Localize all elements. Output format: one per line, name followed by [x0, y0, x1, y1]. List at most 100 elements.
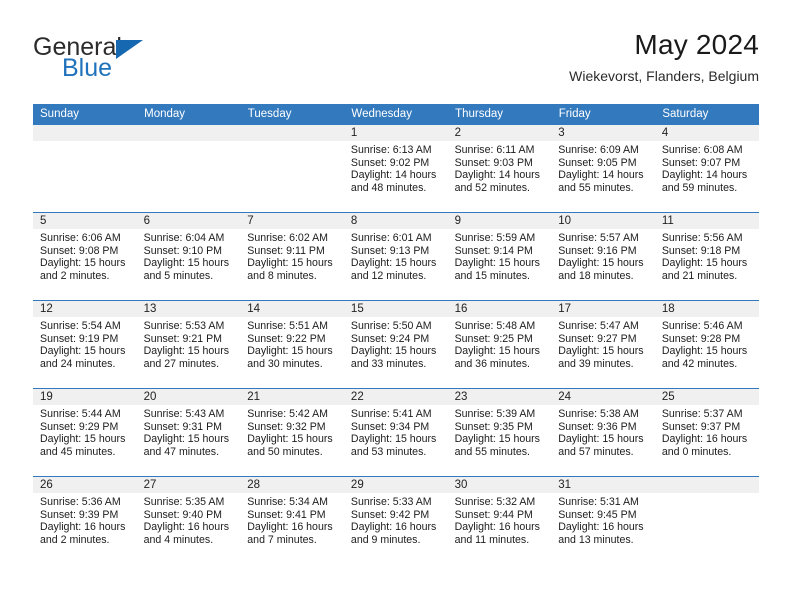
day-cell[interactable]: 25 Sunrise: 5:37 AM Sunset: 9:37 PM Dayligh…	[654, 388, 759, 477]
day-details: Sunrise: 5:35 AM Sunset: 9:40 PM Daylight:…	[137, 493, 241, 546]
day-number	[33, 125, 137, 141]
daylight-text-line2: and 12 minutes.	[350, 269, 427, 282]
daylight-text-line2: and 13 minutes.	[558, 533, 634, 546]
day-cell[interactable]: 29 Sunrise: 5:33 AM Sunset: 9:42 PM Dayligh…	[343, 476, 448, 564]
day-cell[interactable]: 23 Sunrise: 5:39 AM Sunset: 9:35 PM Dayligh…	[447, 388, 552, 477]
day-cell[interactable]: 9 Sunrise: 5:59 AM Sunset: 9:14 PM Daylight…	[447, 212, 552, 301]
day-cell[interactable]	[33, 125, 137, 213]
day-cell[interactable]: 14 Sunrise: 5:51 AM Sunset: 9:22 PM Dayligh…	[240, 300, 344, 389]
column-header-friday: Friday	[551, 104, 656, 125]
day-cell[interactable]: 19 Sunrise: 5:44 AM Sunset: 9:29 PM Dayligh…	[33, 388, 137, 477]
day-cell[interactable]: 6 Sunrise: 6:04 AM Sunset: 9:10 PM Daylight…	[136, 212, 241, 301]
daylight-text-line2: and 18 minutes.	[558, 269, 634, 282]
column-header-wednesday: Wednesday	[343, 104, 449, 125]
daylight-text-line2: and 57 minutes.	[558, 445, 634, 458]
sunrise-text: Sunrise: 5:56 AM	[661, 232, 743, 244]
daylight-text-line1: Daylight: 14 hours	[454, 169, 540, 182]
day-cell[interactable]: 28 Sunrise: 5:34 AM Sunset: 9:41 PM Dayligh…	[240, 476, 344, 564]
sunset-text: Sunset: 9:44 PM	[454, 508, 533, 521]
day-details	[137, 141, 241, 144]
day-cell[interactable]: 1 Sunrise: 6:13 AM Sunset: 9:02 PM Daylight…	[343, 125, 448, 213]
day-cell[interactable]: 27 Sunrise: 5:35 AM Sunset: 9:40 PM Dayligh…	[136, 476, 241, 564]
day-cell[interactable]	[240, 125, 344, 213]
day-cell[interactable]: 15 Sunrise: 5:50 AM Sunset: 9:24 PM Dayligh…	[343, 300, 448, 389]
sunset-text: Sunset: 9:28 PM	[661, 332, 741, 345]
sunrise-text: Sunrise: 5:51 AM	[247, 320, 328, 332]
day-cell[interactable]: 10 Sunrise: 5:57 AM Sunset: 9:16 PM Dayligh…	[551, 212, 655, 301]
day-cell[interactable]: 24 Sunrise: 5:38 AM Sunset: 9:36 PM Dayligh…	[551, 388, 655, 477]
day-cell[interactable]: 5 Sunrise: 6:06 AM Sunset: 9:08 PM Daylight…	[33, 212, 137, 301]
day-cell[interactable]: 31 Sunrise: 5:31 AM Sunset: 9:45 PM Dayligh…	[551, 476, 655, 564]
day-number: 30	[447, 477, 552, 493]
day-cell[interactable]: 4 Sunrise: 6:08 AM Sunset: 9:07 PM Daylight…	[654, 125, 759, 213]
day-details: Sunrise: 5:36 AM Sunset: 9:39 PM Daylight:…	[33, 493, 137, 546]
daylight-text-line1: Daylight: 15 hours	[558, 433, 644, 446]
day-cell[interactable]: 2 Sunrise: 6:11 AM Sunset: 9:03 PM Daylight…	[447, 125, 552, 213]
day-number: 10	[551, 213, 655, 229]
day-details: Sunrise: 5:59 AM Sunset: 9:14 PM Daylight:…	[448, 229, 552, 282]
day-number: 21	[240, 389, 344, 405]
sunrise-text: Sunrise: 6:06 AM	[40, 232, 121, 244]
week-row: 12 Sunrise: 5:54 AM Sunset: 9:19 PM Dayligh…	[33, 300, 759, 389]
week-row: 19 Sunrise: 5:44 AM Sunset: 9:29 PM Dayligh…	[33, 388, 759, 477]
daylight-text-line1: Daylight: 16 hours	[350, 521, 437, 534]
title-block: May 2024 Wiekevorst, Flanders, Belgium	[569, 28, 759, 85]
day-cell[interactable]: 26 Sunrise: 5:36 AM Sunset: 9:39 PM Dayligh…	[33, 476, 137, 564]
week-row: 1 Sunrise: 6:13 AM Sunset: 9:02 PM Daylight…	[33, 125, 759, 213]
day-number: 24	[551, 389, 655, 405]
day-details: Sunrise: 5:42 AM Sunset: 9:32 PM Daylight:…	[240, 405, 344, 458]
daylight-text-line1: Daylight: 14 hours	[558, 169, 644, 182]
general-blue-logo[interactable]: General Blue	[33, 34, 233, 90]
day-cell[interactable]: 16 Sunrise: 5:48 AM Sunset: 9:25 PM Dayligh…	[447, 300, 552, 389]
day-details: Sunrise: 5:56 AM Sunset: 9:18 PM Daylight:…	[655, 229, 759, 282]
day-number: 16	[447, 301, 552, 317]
day-number: 22	[343, 389, 448, 405]
day-details: Sunrise: 5:38 AM Sunset: 9:36 PM Daylight:…	[551, 405, 655, 458]
day-cell[interactable]: 17 Sunrise: 5:47 AM Sunset: 9:27 PM Dayligh…	[551, 300, 655, 389]
day-number: 25	[654, 389, 759, 405]
location-subtitle: Wiekevorst, Flanders, Belgium	[569, 68, 759, 84]
day-details	[33, 141, 137, 144]
day-cell[interactable]: 21 Sunrise: 5:42 AM Sunset: 9:32 PM Dayligh…	[240, 388, 344, 477]
day-cell[interactable]: 12 Sunrise: 5:54 AM Sunset: 9:19 PM Dayligh…	[33, 300, 137, 389]
sunset-text: Sunset: 9:14 PM	[454, 244, 533, 257]
day-cell[interactable]: 7 Sunrise: 6:02 AM Sunset: 9:11 PM Daylight…	[240, 212, 344, 301]
day-number: 12	[33, 301, 137, 317]
day-cell[interactable]: 22 Sunrise: 5:41 AM Sunset: 9:34 PM Dayligh…	[343, 388, 448, 477]
day-cell[interactable]: 30 Sunrise: 5:32 AM Sunset: 9:44 PM Dayligh…	[447, 476, 552, 564]
sunset-text: Sunset: 9:41 PM	[247, 508, 326, 521]
daylight-text-line2: and 33 minutes.	[350, 357, 427, 370]
day-cell[interactable]: 13 Sunrise: 5:53 AM Sunset: 9:21 PM Dayligh…	[136, 300, 241, 389]
sunrise-text: Sunrise: 5:46 AM	[661, 320, 743, 332]
sunset-text: Sunset: 9:11 PM	[247, 244, 325, 257]
day-cell[interactable]: 11 Sunrise: 5:56 AM Sunset: 9:18 PM Dayligh…	[654, 212, 759, 301]
sunrise-text: Sunrise: 5:32 AM	[454, 496, 536, 508]
sunrise-text: Sunrise: 5:47 AM	[558, 320, 639, 332]
sunrise-text: Sunrise: 5:37 AM	[661, 408, 743, 420]
sunset-text: Sunset: 9:21 PM	[143, 332, 222, 345]
sunrise-text: Sunrise: 5:39 AM	[454, 408, 536, 420]
sunset-text: Sunset: 9:39 PM	[40, 508, 119, 521]
day-details: Sunrise: 5:44 AM Sunset: 9:29 PM Daylight:…	[33, 405, 137, 458]
day-details: Sunrise: 5:54 AM Sunset: 9:19 PM Daylight:…	[33, 317, 137, 370]
sunrise-text: Sunrise: 5:57 AM	[558, 232, 639, 244]
daylight-text-line2: and 39 minutes.	[558, 357, 634, 370]
day-cell[interactable]	[136, 125, 241, 213]
daylight-text-line2: and 2 minutes.	[40, 533, 110, 546]
daylight-text-line1: Daylight: 15 hours	[40, 257, 126, 270]
day-number: 28	[240, 477, 344, 493]
daylight-text-line1: Daylight: 15 hours	[247, 345, 333, 358]
day-cell[interactable]: 20 Sunrise: 5:43 AM Sunset: 9:31 PM Dayligh…	[136, 388, 241, 477]
daylight-text-line2: and 24 minutes.	[40, 357, 116, 370]
daylight-text-line2: and 45 minutes.	[40, 445, 116, 458]
day-details: Sunrise: 5:46 AM Sunset: 9:28 PM Daylight:…	[655, 317, 759, 370]
day-cell[interactable]	[654, 476, 759, 564]
day-cell[interactable]: 8 Sunrise: 6:01 AM Sunset: 9:13 PM Daylight…	[343, 212, 448, 301]
day-cell[interactable]: 18 Sunrise: 5:46 AM Sunset: 9:28 PM Dayligh…	[654, 300, 759, 389]
sunrise-text: Sunrise: 6:08 AM	[661, 144, 743, 156]
day-cell[interactable]: 3 Sunrise: 6:09 AM Sunset: 9:05 PM Daylight…	[551, 125, 655, 213]
calendar-header-row: Sunday Monday Tuesday Wednesday Thursday…	[33, 104, 759, 125]
day-details: Sunrise: 5:34 AM Sunset: 9:41 PM Daylight:…	[240, 493, 344, 546]
day-number: 31	[551, 477, 655, 493]
sunset-text: Sunset: 9:36 PM	[558, 420, 637, 433]
